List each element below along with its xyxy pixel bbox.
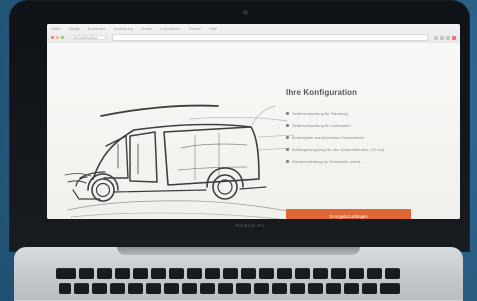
keyboard-key[interactable] [344, 283, 359, 294]
list-item: Seitenverkleidung für Ladeboden [286, 120, 436, 131]
keyboard-key[interactable] [367, 268, 382, 279]
keyboard-key[interactable] [290, 283, 305, 294]
keyboard-key[interactable] [110, 283, 125, 294]
menu-item[interactable]: Verlauf [141, 27, 152, 31]
keyboard [56, 268, 422, 301]
keyboard-key[interactable] [223, 268, 238, 279]
address-row: ihre-konfiguration [51, 34, 456, 41]
extension-icon[interactable] [452, 35, 456, 40]
keyboard-key[interactable] [295, 268, 310, 279]
share-icon[interactable] [440, 35, 444, 40]
close-window-icon[interactable] [51, 36, 54, 39]
keyboard-key[interactable] [187, 268, 202, 279]
keyboard-key[interactable] [277, 268, 292, 279]
keyboard-key[interactable] [236, 283, 251, 294]
menu-item[interactable]: Bearbeiten [88, 27, 106, 31]
zoom-window-icon[interactable] [61, 36, 64, 39]
keyboard-key[interactable] [380, 283, 400, 294]
laptop-hinge [117, 247, 360, 255]
keyboard-key[interactable] [259, 268, 274, 279]
keyboard-key[interactable] [241, 268, 256, 279]
keyboard-key[interactable] [146, 283, 161, 294]
menu-item[interactable]: Ablage [69, 27, 80, 31]
van-sketch-illustration [64, 104, 295, 219]
keyboard-key[interactable] [313, 268, 328, 279]
keyboard-key[interactable] [79, 268, 94, 279]
keyboard-key[interactable] [74, 283, 89, 294]
browser-tab[interactable]: ihre-konfiguration [70, 35, 106, 40]
address-field[interactable] [112, 34, 428, 41]
keyboard-key[interactable] [308, 283, 323, 294]
keyboard-key[interactable] [349, 268, 364, 279]
tabs-icon[interactable] [446, 35, 450, 40]
refresh-icon[interactable] [434, 35, 438, 40]
laptop-lid: Safari Ablage Bearbeiten Darstellung Ver… [9, 0, 470, 252]
menu-bar: Safari Ablage Bearbeiten Darstellung Ver… [51, 26, 456, 32]
configuration-panel: Ihre Konfiguration Seitenverkleidung für… [286, 88, 446, 219]
keyboard-key[interactable] [92, 283, 107, 294]
window-controls [51, 36, 64, 39]
keyboard-key[interactable] [272, 283, 287, 294]
keyboard-key[interactable] [59, 283, 71, 294]
keyboard-key[interactable] [200, 283, 215, 294]
page-title: Ihre Konfiguration [286, 88, 358, 97]
list-item: Bodenplatte aus Aluminium-Tränenblech [286, 132, 436, 143]
keyboard-key[interactable] [133, 268, 148, 279]
menu-item[interactable]: Safari [51, 27, 61, 31]
keyboard-key[interactable] [205, 268, 220, 279]
menu-item[interactable]: Lesezeichen [160, 27, 181, 31]
menu-item[interactable]: Hilfe [209, 27, 216, 31]
list-item: Anhängerkupplung für den Zwischenboden (… [286, 144, 436, 155]
keyboard-key[interactable] [115, 268, 130, 279]
keyboard-key[interactable] [182, 283, 197, 294]
keyboard-key[interactable] [218, 283, 233, 294]
keyboard-key[interactable] [97, 268, 112, 279]
menu-item[interactable]: Darstellung [114, 27, 133, 31]
camera-icon [243, 10, 248, 15]
keyboard-key[interactable] [362, 283, 377, 294]
keyboard-key[interactable] [254, 283, 269, 294]
laptop-screen: Safari Ablage Bearbeiten Darstellung Ver… [47, 24, 460, 219]
keyboard-key[interactable] [331, 268, 346, 279]
list-item: Seitenverkleidung für Fahrzeug [286, 108, 436, 119]
keyboard-key[interactable] [128, 283, 143, 294]
toolbar-icons [434, 35, 456, 40]
menu-item[interactable]: Fenster [189, 27, 202, 31]
keyboard-key[interactable] [164, 283, 179, 294]
keyboard-key[interactable] [326, 283, 341, 294]
laptop-model-label: MacBook Pro [235, 223, 265, 228]
page-content: Ihre Konfiguration Seitenverkleidung für… [47, 43, 460, 219]
request-offer-button[interactable]: IN Angebot anfragen [286, 209, 411, 219]
keyboard-key[interactable] [151, 268, 166, 279]
keyboard-key[interactable] [169, 268, 184, 279]
browser-chrome: Safari Ablage Bearbeiten Darstellung Ver… [47, 24, 460, 44]
keyboard-key[interactable] [385, 268, 400, 279]
configuration-list: Seitenverkleidung für Fahrzeug Seitenver… [286, 108, 436, 168]
list-item: Wandverkleidung an Schiebetür rechts [286, 156, 436, 167]
keyboard-key[interactable] [56, 268, 76, 279]
minimize-window-icon[interactable] [56, 36, 59, 39]
